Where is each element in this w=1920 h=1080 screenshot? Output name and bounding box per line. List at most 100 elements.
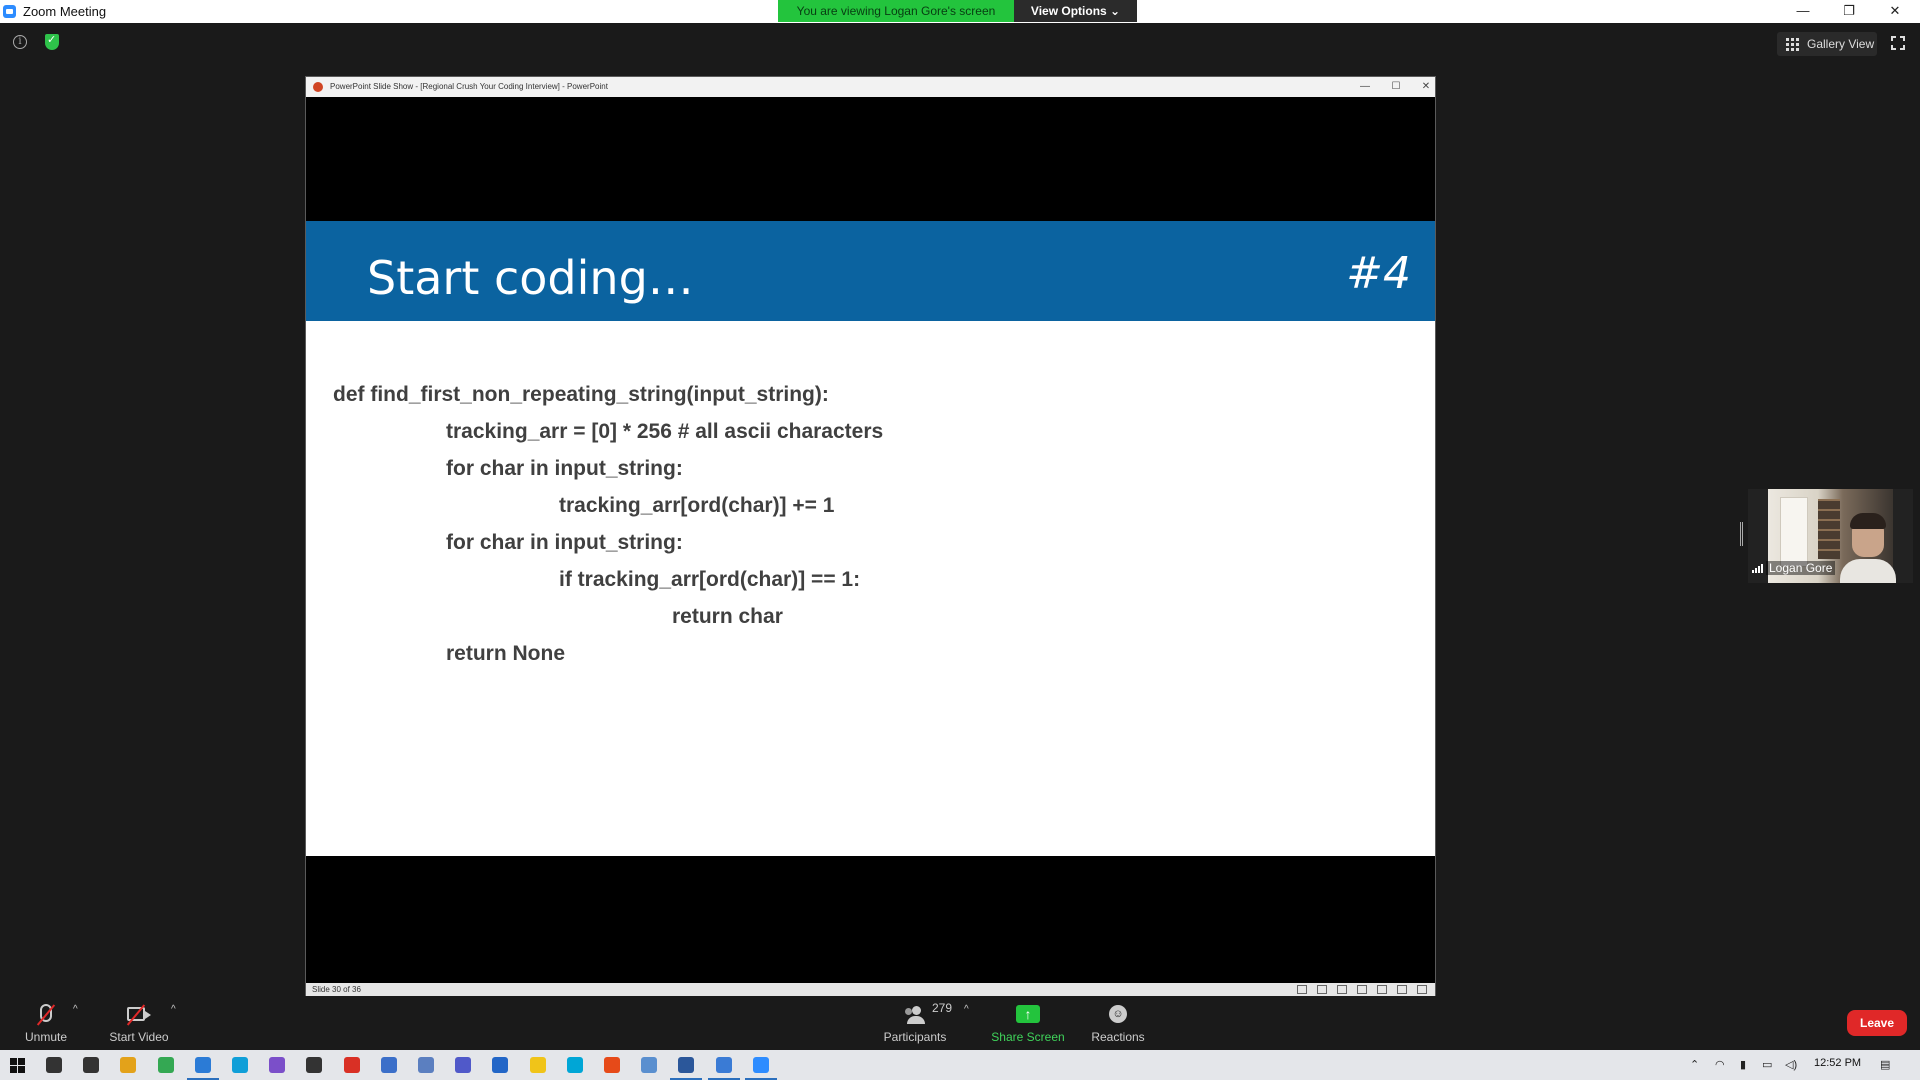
share-screen-label: Share Screen (991, 1030, 1065, 1044)
participants-icon (902, 1006, 928, 1024)
taskbar-app-icon[interactable] (670, 1057, 703, 1080)
slideshow-control-icon (1417, 985, 1427, 994)
video-person-hair (1850, 513, 1886, 529)
start-video-label: Start Video (109, 1030, 169, 1044)
taskbar-app-icon[interactable] (455, 1057, 472, 1073)
leave-button[interactable]: Leave (1847, 1010, 1907, 1036)
network-icon[interactable]: ◠ (1715, 1058, 1725, 1071)
taskbar-app-icon[interactable] (604, 1057, 620, 1073)
unmute-button[interactable]: Unmute (15, 1000, 77, 1044)
show-hidden-icons-icon[interactable]: ⌃ (1690, 1058, 1699, 1071)
taskbar-app-icon[interactable] (566, 1057, 583, 1073)
slide-title: Start coding… (367, 251, 694, 305)
slideshow-control-icon (1297, 985, 1307, 994)
unmute-label: Unmute (24, 1030, 68, 1044)
shared-close-icon: ✕ (1421, 81, 1431, 92)
shared-window-titlebar: PowerPoint Slide Show - [Regional Crush … (306, 77, 1435, 97)
battery-icon[interactable]: ▭ (1762, 1058, 1772, 1071)
participant-video[interactable]: Logan Gore (1748, 489, 1913, 583)
slideshow-status-bar: Slide 30 of 36 (306, 983, 1435, 996)
zoom-app-icon (3, 5, 16, 18)
code-line: tracking_arr = [0] * 256 # all ascii cha… (446, 420, 884, 443)
code-line: for char in input_string: (446, 531, 683, 554)
start-video-button[interactable]: Start Video (104, 1000, 174, 1044)
audio-options-caret-icon[interactable]: ^ (73, 1004, 78, 1015)
slideshow-control-icon (1357, 985, 1367, 994)
taskbar-app-icon[interactable] (380, 1057, 397, 1073)
taskbar-app-icon[interactable] (306, 1057, 323, 1073)
share-screen-button[interactable]: ↑ Share Screen (990, 1000, 1066, 1044)
video-options-caret-icon[interactable]: ^ (171, 1004, 176, 1015)
security-shield-icon[interactable] (45, 33, 59, 50)
gallery-view-label: Gallery View (1807, 37, 1875, 51)
windows-start-icon[interactable] (10, 1058, 25, 1073)
restore-button[interactable]: ❐ (1826, 0, 1872, 23)
participants-button[interactable]: 279 Participants (882, 1000, 952, 1044)
taskbar-app-icon[interactable] (707, 1057, 740, 1080)
taskbar-app-icon[interactable] (83, 1057, 100, 1073)
slideshow-controls (1297, 985, 1427, 994)
signal-strength-icon (1752, 563, 1766, 573)
participant-name: Logan Gore (1766, 561, 1836, 575)
taskbar-app-icon[interactable] (120, 1057, 137, 1073)
reactions-label: Reactions (1091, 1030, 1145, 1044)
video-door (1780, 497, 1808, 567)
share-screen-icon: ↑ (1016, 1005, 1040, 1023)
zoom-title-bar: Zoom Meeting You are viewing Logan Gore'… (0, 0, 1920, 23)
slide-number: #4 (1346, 248, 1411, 299)
taskbar-app-icon[interactable] (343, 1057, 360, 1073)
microphone-tray-icon[interactable]: ▮ (1740, 1058, 1746, 1071)
viewing-screen-label: You are viewing Logan Gore's screen (778, 0, 1014, 22)
participants-caret-icon[interactable]: ^ (964, 1004, 969, 1015)
slideshow-control-icon (1337, 985, 1347, 994)
slide-counter: Slide 30 of 36 (312, 985, 361, 994)
notifications-icon[interactable]: ▤ (1880, 1058, 1890, 1071)
taskbar-app-icon[interactable] (186, 1057, 219, 1080)
code-line: for char in input_string: (446, 457, 683, 480)
taskbar-app-icon[interactable] (232, 1057, 248, 1073)
slide-body: def find_first_non_repeating_string(inpu… (306, 321, 1435, 856)
taskbar-app-icon[interactable] (529, 1057, 546, 1073)
slideshow-control-icon (1377, 985, 1387, 994)
video-person-body (1840, 559, 1896, 583)
code-line: return char (672, 605, 783, 628)
gallery-view-button[interactable]: Gallery View (1777, 32, 1877, 56)
minimize-button[interactable]: — (1780, 0, 1826, 23)
code-line: if tracking_arr[ord(char)] == 1: (559, 568, 861, 591)
participants-label: Participants (883, 1030, 947, 1044)
code-block: def find_first_non_repeating_string(inpu… (333, 376, 883, 672)
shared-screen: PowerPoint Slide Show - [Regional Crush … (305, 76, 1436, 997)
taskbar-app-icon[interactable] (492, 1057, 509, 1073)
video-panel-drag-handle[interactable] (1740, 522, 1743, 546)
taskbar-app-icon[interactable] (269, 1057, 286, 1073)
video-bookshelf (1818, 499, 1840, 559)
reactions-icon: ☺ (1109, 1005, 1127, 1023)
powerpoint-icon (313, 82, 323, 92)
slideshow-control-icon (1317, 985, 1327, 994)
slideshow-control-icon (1397, 985, 1407, 994)
fullscreen-icon[interactable] (1890, 35, 1906, 51)
taskbar-app-icon[interactable] (157, 1057, 174, 1073)
meeting-toolbar: Unmute ^ Start Video ^ 279 Participants … (0, 996, 1920, 1051)
taskbar-app-icon[interactable] (641, 1057, 658, 1073)
shared-window-title: PowerPoint Slide Show - [Regional Crush … (330, 82, 608, 91)
volume-icon[interactable]: ◁) (1785, 1058, 1797, 1071)
shared-maximize-icon: ☐ (1391, 81, 1401, 92)
taskbar-app-icon[interactable] (744, 1057, 777, 1080)
taskbar-clock[interactable]: 12:52 PM (1814, 1057, 1861, 1069)
slide-header: Start coding… #4 (306, 221, 1435, 321)
screen-share-banner: You are viewing Logan Gore's screen View… (778, 0, 1137, 22)
code-line: return None (446, 642, 566, 665)
taskbar-app-icon[interactable] (46, 1057, 62, 1073)
grid-icon (1786, 37, 1799, 51)
windows-taskbar: ⌃ ◠ ▮ ▭ ◁) 12:52 PM ▤ (0, 1050, 1920, 1080)
window-title: Zoom Meeting (23, 4, 107, 19)
code-line: tracking_arr[ord(char)] += 1 (559, 494, 835, 517)
reactions-button[interactable]: ☺ Reactions (1088, 1000, 1148, 1044)
taskbar-app-icon[interactable] (418, 1057, 434, 1073)
participants-count: 279 (932, 1001, 953, 1015)
view-options-button[interactable]: View Options ⌄ (1014, 0, 1137, 22)
meeting-info-icon[interactable]: i (13, 35, 27, 49)
close-button[interactable]: ✕ (1872, 0, 1918, 23)
shared-minimize-icon: — (1360, 81, 1370, 92)
